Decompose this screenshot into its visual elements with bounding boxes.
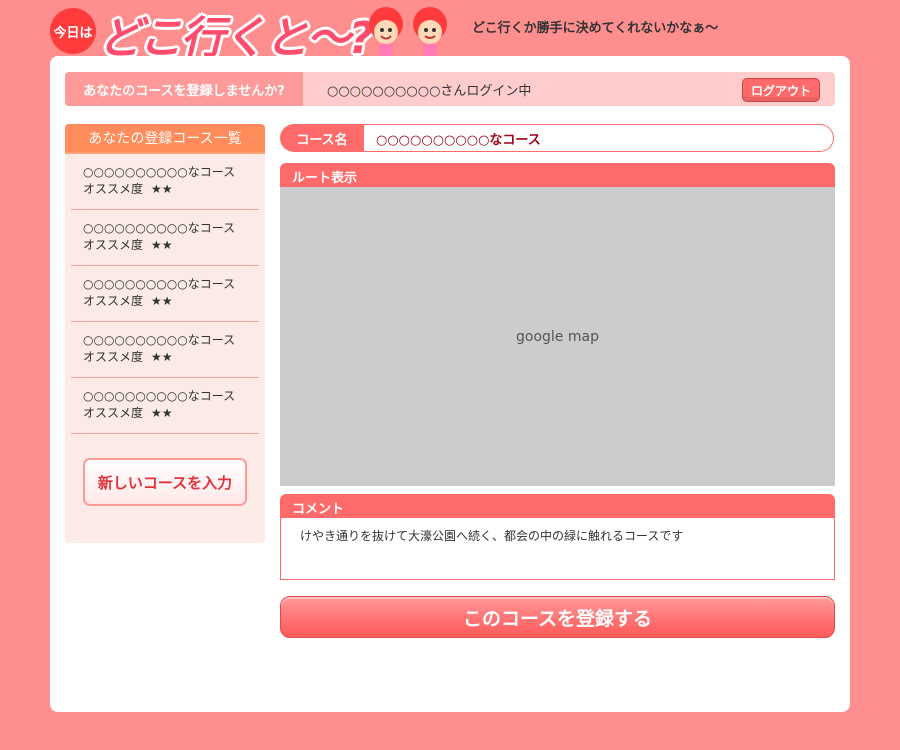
comment-text[interactable]: けやき通りを抜けて大濠公園へ続く、都会の中の緑に触れるコースです (280, 518, 835, 580)
route-title: ルート表示 (280, 163, 835, 187)
course-item-name: ○○○○○○○○○○なコース (83, 277, 236, 291)
course-item-rating-label: オススメ度 (83, 406, 144, 420)
course-item-name: ○○○○○○○○○○なコース (83, 165, 236, 179)
course-name-label: コース名 (280, 124, 364, 152)
new-course-button[interactable]: 新しいコースを入力 (83, 458, 247, 506)
course-item-rating-label: オススメ度 (83, 182, 144, 196)
rating-stars-icon: ★★ (151, 182, 173, 196)
main-panel: あなたのコースを登録しませんか? ○○○○○○○○○○さんログイン中 ログアウト… (50, 56, 850, 712)
map-placeholder: google map (516, 328, 599, 345)
course-item-rating-label: オススメ度 (83, 350, 144, 364)
course-list-item[interactable]: ○○○○○○○○○○なコース オススメ度 ★★ (71, 266, 259, 322)
course-item-name: ○○○○○○○○○○なコース (83, 389, 236, 403)
rating-stars-icon: ★★ (151, 238, 173, 252)
site-tagline: どこ行くか勝手に決めてくれないかなぁ〜 (472, 21, 719, 36)
course-list-item[interactable]: ○○○○○○○○○○なコース オススメ度 ★★ (71, 378, 259, 434)
sidebar-title: あなたの登録コース一覧 (65, 124, 265, 154)
logout-button[interactable]: ログアウト (742, 78, 820, 102)
course-item-name: ○○○○○○○○○○なコース (83, 333, 236, 347)
logo-badge: 今日は (50, 8, 96, 54)
course-item-rating-label: オススメ度 (83, 294, 144, 308)
register-course-button[interactable]: このコースを登録する (280, 596, 835, 638)
sidebar: あなたの登録コース一覧 ○○○○○○○○○○なコース オススメ度 ★★ ○○○○○… (65, 124, 265, 543)
course-list-item[interactable]: ○○○○○○○○○○なコース オススメ度 ★★ (71, 210, 259, 266)
register-prompt: あなたのコースを登録しませんか? (65, 72, 303, 106)
map-area[interactable]: google map (280, 187, 835, 486)
login-status: ○○○○○○○○○○さんログイン中 (327, 83, 532, 99)
rating-stars-icon: ★★ (151, 406, 173, 420)
course-list-item[interactable]: ○○○○○○○○○○なコース オススメ度 ★★ (71, 154, 259, 210)
course-item-rating-label: オススメ度 (83, 238, 144, 252)
rating-stars-icon: ★★ (151, 294, 173, 308)
rating-stars-icon: ★★ (151, 350, 173, 364)
route-display: ルート表示 google map (280, 163, 835, 486)
course-list: ○○○○○○○○○○なコース オススメ度 ★★ ○○○○○○○○○○なコース オス… (65, 154, 265, 434)
comment-section: コメント けやき通りを抜けて大濠公園へ続く、都会の中の緑に触れるコースです (280, 494, 835, 582)
course-list-item[interactable]: ○○○○○○○○○○なコース オススメ度 ★★ (71, 322, 259, 378)
comment-title: コメント (280, 494, 835, 518)
top-bar: あなたのコースを登録しませんか? ○○○○○○○○○○さんログイン中 ログアウト (65, 72, 835, 106)
course-name-field[interactable]: ○○○○○○○○○○なコース (364, 124, 834, 152)
course-item-name: ○○○○○○○○○○なコース (83, 221, 236, 235)
